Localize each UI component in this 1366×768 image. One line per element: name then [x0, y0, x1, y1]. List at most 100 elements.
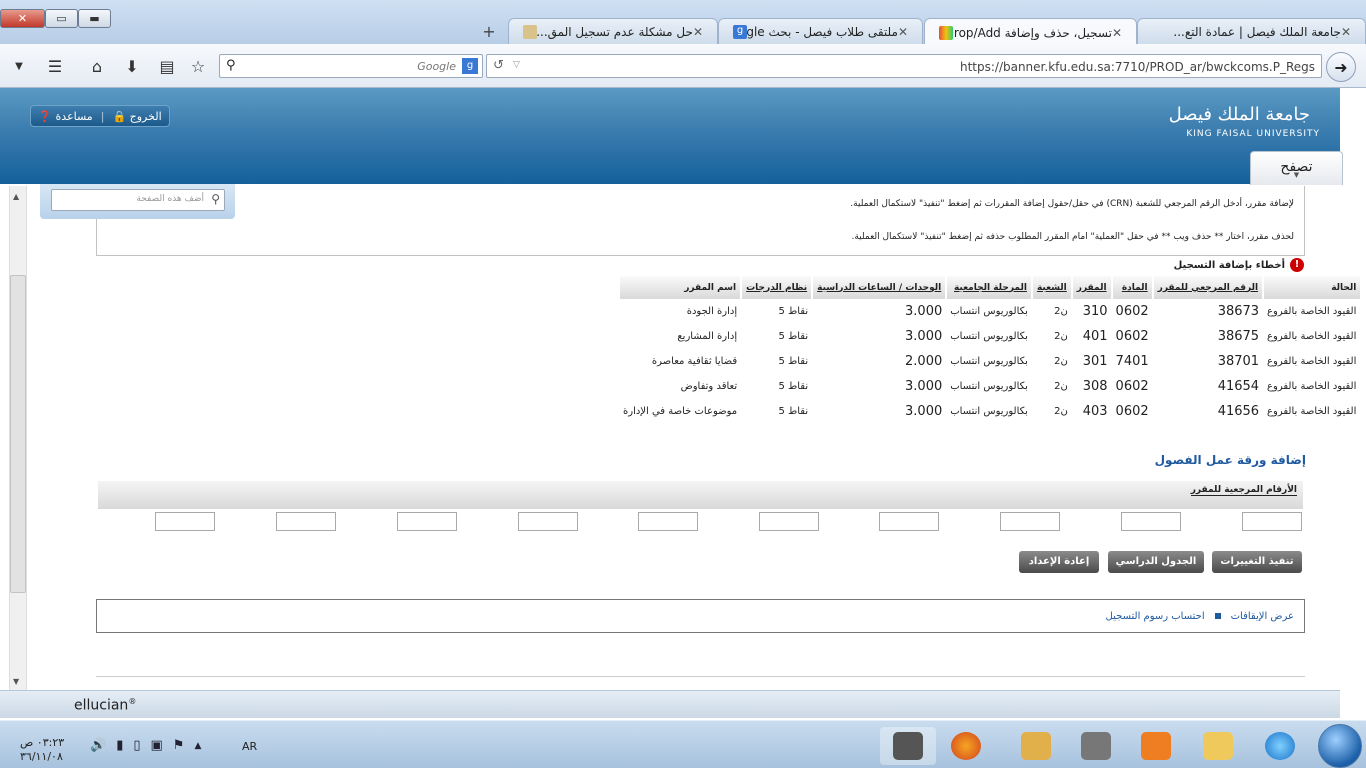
download-icon[interactable]: ⬇: [121, 55, 143, 77]
home-icon[interactable]: ⌂: [86, 55, 108, 77]
column-header[interactable]: المادة: [1110, 276, 1153, 299]
divider: |: [100, 109, 105, 123]
column-header: الحالة: [1262, 276, 1361, 299]
crn-input-1[interactable]: [1242, 512, 1302, 531]
crn-input-3[interactable]: [1000, 512, 1060, 531]
page-icon: [523, 25, 537, 39]
minimize-icon[interactable]: ▬: [78, 9, 111, 28]
signal-icon[interactable]: ▮: [116, 738, 123, 753]
table-cell: 308: [1082, 379, 1108, 394]
taskbar-window-icon[interactable]: [1008, 727, 1064, 765]
tab-label: جامعة الملك فيصل | عمادة التع...: [1173, 25, 1341, 39]
folder-icon[interactable]: [1190, 727, 1246, 765]
help-button[interactable]: ❓ مساعدة: [38, 110, 92, 123]
table-cell: إدارة المشاريع: [677, 331, 738, 342]
scrollbar-thumb[interactable]: [10, 275, 26, 593]
browse-button[interactable]: تصفح ▼: [1250, 151, 1343, 185]
crn-input-4[interactable]: [879, 512, 939, 531]
crn-input-7[interactable]: [518, 512, 578, 531]
clock-time: ٠٣:٢٣ ص: [20, 736, 65, 749]
firefox-icon[interactable]: [938, 727, 994, 765]
error-heading: ! أخطاء بإضافة التسجيل: [1174, 258, 1304, 272]
reset-button[interactable]: إعادة الإعداد: [1019, 551, 1099, 573]
chevron-down-icon: ▼: [1293, 171, 1300, 179]
tab-close-icon[interactable]: ✕: [898, 25, 908, 39]
table-cell: إدارة الجودة: [686, 306, 738, 317]
ellucian-logo: ellucian®: [74, 697, 137, 714]
table-cell: القيود الخاصة بالفروع: [1267, 306, 1357, 317]
column-header[interactable]: الشعبة: [1030, 276, 1072, 299]
add-worksheet-title: إضافة ورقة عمل الفصول: [1154, 453, 1306, 467]
crn-input-9[interactable]: [276, 512, 336, 531]
battery-icon[interactable]: ▯: [133, 738, 140, 753]
dropdown-icon[interactable]: ▽: [513, 60, 520, 70]
tab-3[interactable]: ✕ ملتقى طلاب فيصل - بحث Google g: [718, 18, 923, 45]
bookmark-star-icon[interactable]: ☆: [187, 55, 209, 77]
go-arrow-icon[interactable]: ➜: [1326, 52, 1356, 82]
internet-explorer-icon[interactable]: [1252, 727, 1308, 765]
add-page-input[interactable]: أضف هذه الصفحة ⚲: [51, 189, 225, 211]
column-header[interactable]: الرقم المرجعي للمقرر: [1151, 276, 1264, 299]
error-title: أخطاء بإضافة التسجيل: [1173, 259, 1285, 271]
search-input[interactable]: ⚲ Google g: [219, 54, 483, 78]
table-cell: 0602: [1115, 379, 1149, 394]
table-cell: نقاط 5: [778, 356, 809, 367]
google-icon[interactable]: g: [462, 58, 478, 74]
network-icon[interactable]: ▣: [151, 738, 163, 753]
table-header-row: الحالة الرقم المرجعي للمقرر المادة المقرر ال…: [617, 276, 1361, 299]
crn-input-2[interactable]: [1121, 512, 1181, 531]
show-hidden-icons-icon[interactable]: ▲: [194, 738, 201, 753]
logout-button[interactable]: 🔒 الخروج: [112, 110, 161, 123]
table-cell: نقاط 5: [778, 406, 809, 417]
search-icon: ⚲: [211, 192, 220, 206]
tab-label: حل مشكلة عدم تسجيل المق...: [537, 25, 693, 39]
menu-icon[interactable]: ☰: [44, 55, 66, 77]
close-icon[interactable]: ✕: [0, 9, 45, 28]
crn-input-10[interactable]: [155, 512, 215, 531]
column-header[interactable]: الوحدات / الساعات الدراسية: [811, 276, 947, 299]
chevron-down-icon[interactable]: ▼: [8, 55, 30, 77]
tab-close-icon[interactable]: ✕: [1341, 25, 1351, 39]
submit-changes-button[interactable]: تنفيذ التغييرات: [1212, 551, 1302, 573]
class-schedule-button[interactable]: الجدول الدراسي: [1108, 551, 1204, 573]
table-cell: ن2: [1054, 331, 1068, 342]
reading-list-icon[interactable]: ▤: [156, 55, 178, 77]
tab-close-icon[interactable]: ✕: [693, 25, 703, 39]
media-player-icon[interactable]: [1128, 727, 1184, 765]
tab-4[interactable]: ✕ حل مشكلة عدم تسجيل المق...: [508, 18, 718, 45]
column-header[interactable]: المقرر: [1070, 276, 1112, 299]
taskbar-laptop-icon[interactable]: [880, 727, 936, 765]
registration-errors-table: الحالة الرقم المرجعي للمقرر المادة المقرر ال…: [617, 276, 1361, 424]
volume-icon[interactable]: 🔊: [90, 738, 106, 753]
flag-icon[interactable]: ⚑: [173, 738, 185, 753]
google-icon: g: [733, 25, 747, 39]
tab-2[interactable]: ✕ تسجيل، حذف وإضافة Drop/Add: [924, 18, 1137, 46]
search-placeholder: Google: [417, 60, 456, 73]
instructions-box: لإضافة مقرر، أدخل الرقم المرجعي للشعبة (…: [96, 186, 1305, 256]
table-row: القيود الخاصة بالفروع 41654 0602 308 ن2 بكالو…: [619, 374, 1360, 399]
reload-icon[interactable]: ↺: [493, 58, 504, 73]
url-text: https://banner.kfu.edu.sa:7710/PROD_ar/b…: [959, 60, 1315, 74]
new-tab-button[interactable]: +: [478, 20, 500, 42]
crn-input-6[interactable]: [638, 512, 698, 531]
crn-input-8[interactable]: [397, 512, 457, 531]
table-row: القيود الخاصة بالفروع 38675 0602 401 ن2 بكالو…: [619, 324, 1360, 349]
start-button[interactable]: [1318, 724, 1362, 768]
maximize-icon[interactable]: ▭: [45, 9, 78, 28]
clock[interactable]: ٠٣:٢٣ ص ٣٦/١١/٠٨: [20, 736, 64, 764]
crn-input-5[interactable]: [759, 512, 819, 531]
column-header[interactable]: المرحلة الجامعية: [945, 276, 1032, 299]
taskbar-settings-icon[interactable]: [1068, 727, 1124, 765]
language-indicator[interactable]: AR: [242, 740, 257, 753]
table-cell: موضوعات خاصة في الإدارة: [623, 406, 738, 417]
tab-1[interactable]: ✕ جامعة الملك فيصل | عمادة التع...: [1137, 18, 1366, 45]
registration-fees-link[interactable]: احتساب رسوم التسجيل: [1106, 611, 1205, 622]
tab-close-icon[interactable]: ✕: [1112, 26, 1122, 40]
view-holds-link[interactable]: عرض الإيقافات: [1231, 611, 1294, 622]
column-header[interactable]: نظام الدرجات: [740, 276, 813, 299]
scroll-up-icon[interactable]: ▲: [13, 192, 19, 201]
scroll-down-icon[interactable]: ▼: [13, 677, 19, 686]
url-input[interactable]: ↺ ▽ https://banner.kfu.edu.sa:7710/PROD_…: [486, 54, 1322, 78]
help-icon: ❓: [38, 109, 53, 123]
table-cell: القيود الخاصة بالفروع: [1267, 331, 1357, 342]
